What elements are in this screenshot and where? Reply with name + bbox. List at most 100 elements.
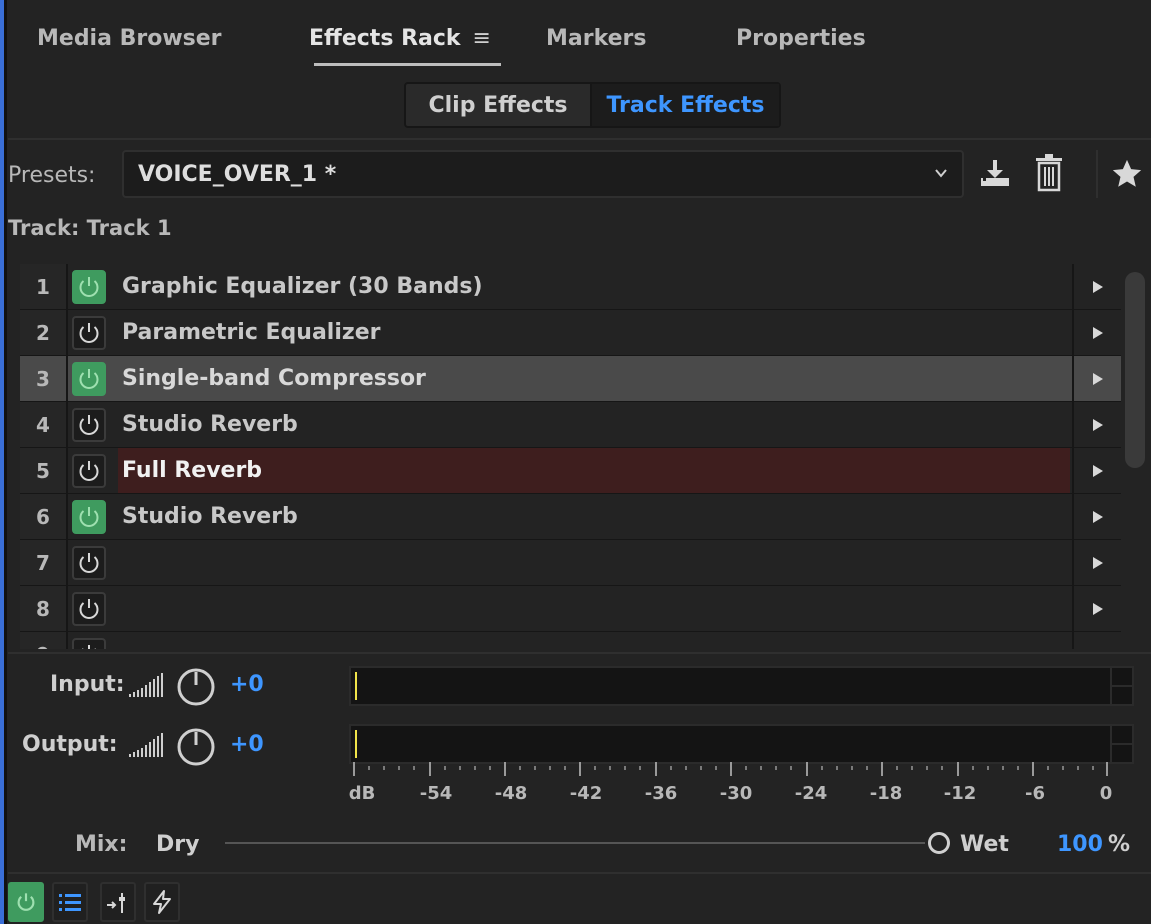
power-icon xyxy=(79,369,99,389)
effect-name: Graphic Equalizer (30 Bands) xyxy=(122,274,483,299)
scale-label: -36 xyxy=(644,783,678,804)
effect-slot-5[interactable]: 5 Full Reverb xyxy=(20,448,1121,494)
mix-label: Mix: xyxy=(75,832,128,857)
presets-dropdown[interactable]: VOICE_OVER_1 * xyxy=(122,150,964,198)
effect-slot-1[interactable]: 1 Graphic Equalizer (30 Bands) xyxy=(20,264,1121,310)
effect-name: Single-band Compressor xyxy=(122,366,426,391)
expand-arrow-icon[interactable] xyxy=(1072,586,1121,631)
effect-name: Parametric Equalizer xyxy=(122,320,381,345)
power-toggle[interactable] xyxy=(72,454,106,488)
slot-number: 7 xyxy=(20,540,68,585)
tab-effects-rack-label: Effects Rack xyxy=(309,26,461,51)
bottom-toolbar xyxy=(8,880,1151,924)
input-gain-knob[interactable] xyxy=(176,667,216,707)
mix-percent-value[interactable]: 100 xyxy=(1057,832,1103,857)
output-gain-value[interactable]: +0 xyxy=(230,732,264,757)
power-toggle[interactable] xyxy=(72,638,106,649)
effects-scope-toggle: Clip Effects Track Effects xyxy=(404,82,781,128)
presets-label: Presets: xyxy=(8,163,96,188)
power-toggle[interactable] xyxy=(72,270,106,304)
power-icon xyxy=(82,645,96,649)
clip-effects-button[interactable]: Clip Effects xyxy=(406,84,592,126)
effect-slot-6[interactable]: 6 Studio Reverb xyxy=(20,494,1121,540)
slot-number: 1 xyxy=(20,264,68,309)
input-gain-value[interactable]: +0 xyxy=(230,672,264,697)
apply-process-button[interactable] xyxy=(144,882,180,922)
expand-arrow-icon[interactable] xyxy=(1072,540,1121,585)
db-scale-ticks xyxy=(353,762,1108,776)
tab-effects-rack[interactable]: Effects Rack ≡ xyxy=(309,26,491,51)
effect-name: Studio Reverb xyxy=(122,412,298,437)
expand-arrow-icon[interactable] xyxy=(1072,494,1121,539)
scale-label: -18 xyxy=(869,783,903,804)
expand-arrow-icon[interactable] xyxy=(1072,632,1121,649)
power-toggle[interactable] xyxy=(72,546,106,580)
power-icon xyxy=(79,599,99,619)
star-icon[interactable] xyxy=(1110,157,1144,191)
output-level-meter xyxy=(349,724,1134,764)
slot-number: 8 xyxy=(20,586,68,631)
expand-arrow-icon[interactable] xyxy=(1072,448,1121,493)
presets-value: VOICE_OVER_1 * xyxy=(138,162,337,187)
toolbar-separator xyxy=(1096,150,1098,198)
trash-icon[interactable] xyxy=(1033,154,1065,192)
tab-markers[interactable]: Markers xyxy=(546,26,647,51)
output-gain-knob[interactable] xyxy=(176,727,216,767)
tab-media-browser[interactable]: Media Browser xyxy=(37,26,222,51)
tab-properties[interactable]: Properties xyxy=(736,26,866,51)
list-scrollbar[interactable] xyxy=(1123,268,1147,648)
scale-label: -30 xyxy=(719,783,753,804)
slot-number: 6 xyxy=(20,494,68,539)
effect-slot-8[interactable]: 8 xyxy=(20,586,1121,632)
power-icon xyxy=(79,553,99,573)
level-bars-icon xyxy=(129,673,163,697)
level-bars-icon xyxy=(129,733,163,757)
effect-slot-7[interactable]: 7 xyxy=(20,540,1121,586)
scrollbar-thumb[interactable] xyxy=(1125,272,1145,468)
active-tab-indicator xyxy=(314,63,501,66)
expand-arrow-icon[interactable] xyxy=(1072,356,1121,401)
power-toggle[interactable] xyxy=(72,316,106,350)
dry-label: Dry xyxy=(156,832,200,857)
expand-arrow-icon[interactable] xyxy=(1072,402,1121,447)
wet-label: Wet xyxy=(960,832,1009,857)
chevron-down-icon xyxy=(935,169,947,178)
power-icon xyxy=(79,507,99,527)
mix-slider-track[interactable] xyxy=(225,842,925,844)
output-level-indicator xyxy=(355,730,357,758)
effect-slot-3[interactable]: 3 Single-band Compressor xyxy=(20,356,1121,402)
effects-rack-list: 1 Graphic Equalizer (30 Bands) 2 Paramet… xyxy=(20,264,1151,649)
effect-slot-9[interactable]: 9 xyxy=(20,632,1121,649)
effect-name xyxy=(118,632,1068,649)
rack-power-button[interactable] xyxy=(8,882,44,922)
scale-label: -48 xyxy=(494,783,528,804)
panel-menu-icon[interactable]: ≡ xyxy=(473,26,491,51)
output-label: Output: xyxy=(22,732,118,757)
effect-slot-4[interactable]: 4 Studio Reverb xyxy=(20,402,1121,448)
expand-arrow-icon[interactable] xyxy=(1072,310,1121,355)
divider xyxy=(8,872,1151,874)
mix-percent-unit: % xyxy=(1108,832,1131,857)
lightning-icon xyxy=(153,890,171,914)
input-label: Input: xyxy=(50,672,125,697)
power-toggle[interactable] xyxy=(72,362,106,396)
scale-label: -54 xyxy=(419,783,453,804)
expand-arrow-icon[interactable] xyxy=(1072,264,1121,309)
slot-number: 5 xyxy=(20,448,68,493)
effect-slot-2[interactable]: 2 Parametric Equalizer xyxy=(20,310,1121,356)
mix-slider-thumb[interactable] xyxy=(928,832,950,854)
effects-list-button[interactable] xyxy=(52,882,88,922)
scale-label: -42 xyxy=(569,783,603,804)
power-toggle[interactable] xyxy=(72,408,106,442)
save-preset-icon[interactable] xyxy=(977,156,1013,192)
power-icon xyxy=(79,461,99,481)
scale-label: -24 xyxy=(794,783,828,804)
pre-post-fader-button[interactable] xyxy=(100,882,136,922)
track-effects-button[interactable]: Track Effects xyxy=(592,84,779,126)
panel-edge-shadow xyxy=(4,0,7,924)
power-toggle[interactable] xyxy=(72,592,106,626)
power-toggle[interactable] xyxy=(72,500,106,534)
input-level-indicator xyxy=(355,672,357,700)
output-peak-indicator xyxy=(1110,726,1132,762)
scale-label: dB xyxy=(348,783,376,804)
